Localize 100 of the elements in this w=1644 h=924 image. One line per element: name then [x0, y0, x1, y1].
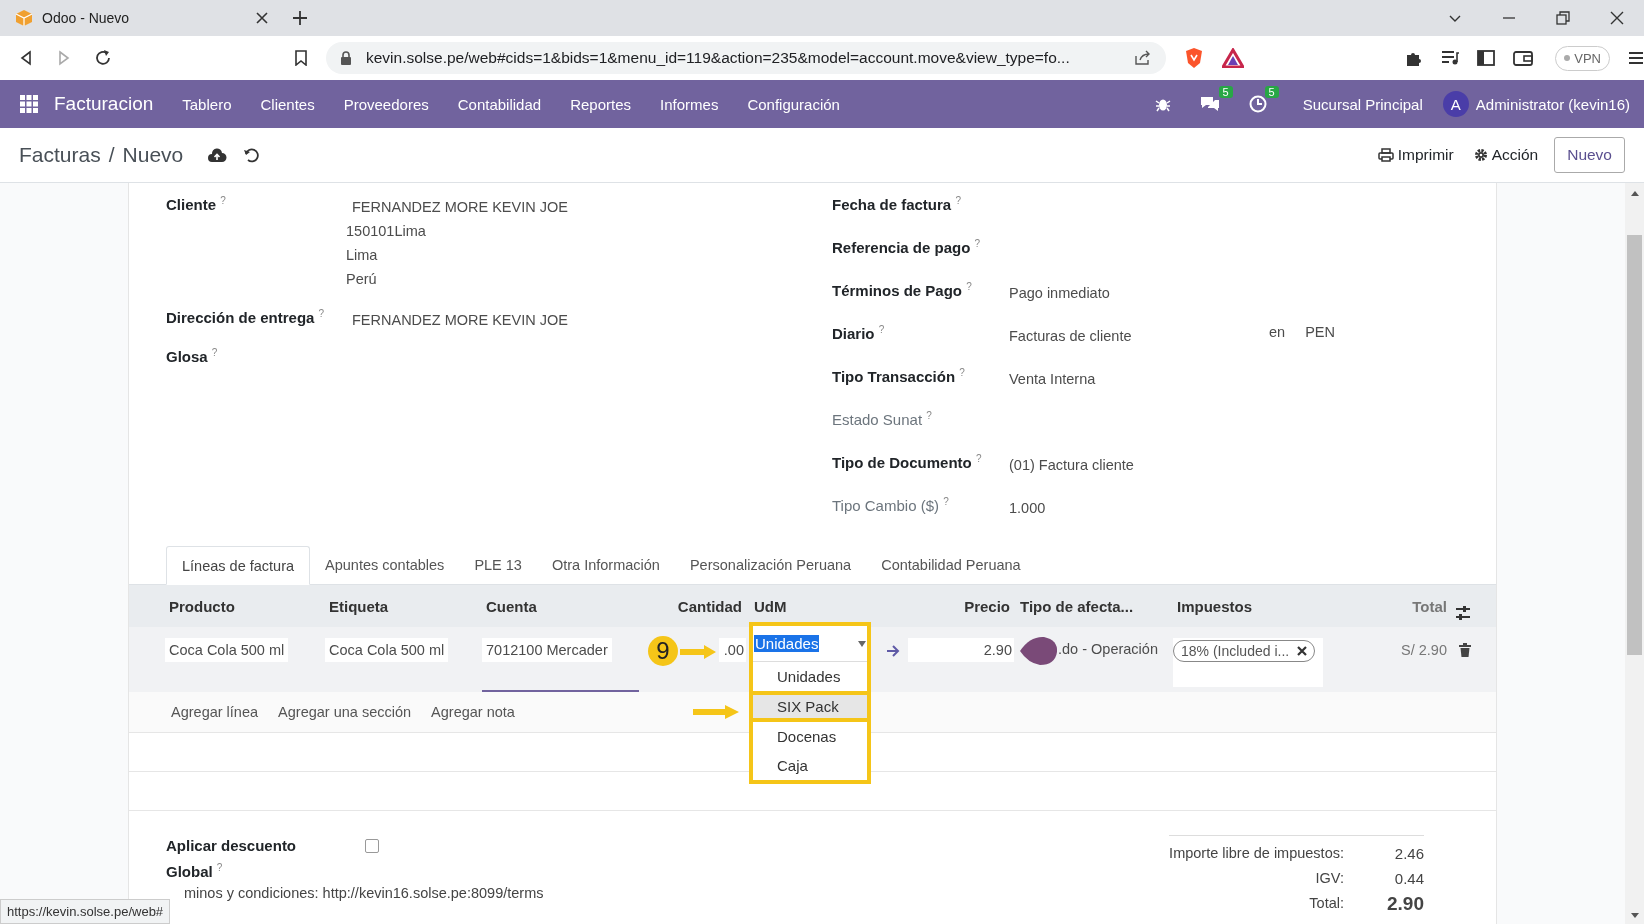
tab-title: Odoo - Nuevo: [42, 10, 131, 26]
dropdown-option[interactable]: Docenas: [753, 722, 867, 751]
menu-item[interactable]: Contabilidad: [457, 95, 542, 113]
scrollbar[interactable]: [1625, 183, 1644, 924]
add-link[interactable]: Agregar nota: [431, 704, 515, 720]
label-field[interactable]: Coca Cola 500 ml: [325, 638, 449, 662]
total-label: Total:: [1308, 894, 1344, 913]
dropdown-option[interactable]: Caja: [753, 751, 867, 780]
remove-icon[interactable]: [1297, 646, 1308, 656]
field-value: Perú: [346, 270, 378, 289]
trash-icon[interactable]: [1459, 643, 1471, 657]
field-label: Tipo Transacción $^{?}$: [832, 367, 966, 385]
plus-icon[interactable]: [292, 10, 308, 26]
product-field[interactable]: Coca Cola 500 ml: [165, 638, 289, 662]
account-field[interactable]: 7012100 Mercader: [482, 638, 612, 662]
dropdown-option[interactable]: SIX Pack: [753, 691, 867, 722]
dropdown-option[interactable]: Unidades: [753, 662, 867, 691]
column-header: Tipo de afecta...: [1019, 597, 1135, 615]
field-label: Términos de Pago $^{?}$: [832, 281, 973, 299]
user-avatar: A: [1442, 91, 1469, 117]
scroll-up-icon: [1630, 191, 1639, 196]
close-icon[interactable]: [1610, 11, 1624, 25]
user-menu[interactable]: Administrator (kevin16): [1475, 95, 1630, 113]
close-icon[interactable]: [256, 12, 268, 24]
field-value: Venta Interna: [1009, 371, 1097, 387]
uom-field[interactable]: Unidades: [753, 626, 867, 662]
column-header: Precio: [963, 597, 1011, 615]
lock-icon: [340, 51, 352, 65]
field-label: Diario $^{?}$: [832, 324, 886, 342]
field-label: Cliente $^{?}$: [166, 195, 227, 215]
back-icon[interactable]: [18, 50, 34, 66]
new-button[interactable]: Nuevo: [1554, 137, 1625, 173]
menu-icon[interactable]: [1628, 50, 1644, 66]
tab[interactable]: PLE 13: [459, 546, 537, 584]
address-bar[interactable]: kevin.solse.pe/web#cids=1&bids=1&menu_id=119&action=235&model=account.move&view_type=fo...: [326, 42, 1166, 74]
field-value: 1.000: [1009, 500, 1047, 516]
printer-icon: [1377, 148, 1394, 162]
field-value: Facturas de cliente: [1009, 328, 1133, 344]
add-link[interactable]: Agregar una sección: [278, 704, 412, 720]
apps-grid-icon[interactable]: [20, 95, 38, 113]
field-value: PEN: [1305, 324, 1335, 340]
quantity-field[interactable]: .00: [719, 638, 746, 662]
sliders-icon[interactable]: [1455, 605, 1471, 621]
arrow-right-icon[interactable]: [887, 645, 901, 657]
menu-item[interactable]: Tablero: [182, 95, 232, 113]
status-dot-icon: [1564, 55, 1571, 61]
column-header: UdM: [753, 597, 788, 615]
field-label: Tipo de Documento $^{?}$: [832, 453, 983, 471]
restore-icon[interactable]: [1556, 11, 1570, 25]
caret-icon[interactable]: [858, 640, 866, 647]
sidebar-icon[interactable]: [1477, 49, 1496, 67]
add-link[interactable]: Agregar línea: [171, 704, 259, 720]
triangle-icon[interactable]: [1222, 48, 1244, 68]
tab[interactable]: Líneas de factura: [166, 546, 311, 585]
cloud-upload-icon[interactable]: [207, 147, 228, 163]
shield-icon[interactable]: [1184, 47, 1204, 69]
playlist-icon[interactable]: [1441, 50, 1460, 66]
column-header: Total: [1411, 597, 1448, 615]
tab[interactable]: Apuntes contables: [310, 546, 460, 584]
tab[interactable]: Contabilidad Peruana: [866, 546, 1036, 584]
terms-text: minos y condiciones: http://kevin16.solse.pe:8099/terms: [184, 885, 544, 901]
tab[interactable]: Otra Información: [536, 546, 675, 584]
undo-icon[interactable]: [243, 147, 260, 163]
field-value: Pago inmediato: [1009, 285, 1111, 301]
breadcrumb-link[interactable]: Facturas: [19, 143, 101, 167]
menu-item[interactable]: Clientes: [260, 95, 315, 113]
field-label: Dirección de entrega $^{?}$: [166, 308, 326, 328]
reload-icon[interactable]: [94, 49, 112, 67]
total-value: 2.90: [1386, 892, 1424, 915]
column-header: Impuestos: [1176, 597, 1253, 615]
field-value: Lima: [346, 246, 379, 265]
action-button[interactable]: Acción: [1469, 140, 1543, 170]
app-name[interactable]: Facturacion: [54, 93, 154, 115]
menu-item[interactable]: Proveedores: [343, 95, 429, 113]
clock-icon[interactable]: [1248, 95, 1267, 113]
url-text: kevin.solse.pe/web#cids=1&bids=1&menu_id=119&action=235&model=account.move&view_type=fo...: [366, 49, 1071, 67]
step-badge: 9: [648, 636, 678, 666]
field-label: Glosa $^{?}$: [166, 347, 219, 365]
bookmark-icon[interactable]: [294, 50, 308, 66]
total-label: Importe libre de impuestos:: [1169, 844, 1344, 863]
column-header: Producto: [168, 597, 236, 615]
chat-icon[interactable]: [1198, 95, 1221, 113]
field-label: Tipo Cambio ($) $^{?}$: [832, 496, 950, 514]
total-value: 2.46: [1393, 845, 1424, 862]
checkbox[interactable]: [365, 839, 379, 853]
company-switcher[interactable]: Sucursal Principal: [1302, 95, 1423, 113]
scroll-down-icon: [1630, 913, 1639, 918]
price-field[interactable]: 2.90: [908, 638, 1014, 662]
menu-item[interactable]: Configuración: [747, 95, 840, 113]
wallet-icon[interactable]: [1513, 49, 1534, 67]
field-value: FERNANDEZ MORE KEVIN JOE: [351, 198, 568, 217]
menu-item[interactable]: Informes: [660, 95, 719, 113]
tab[interactable]: Personalización Peruana: [674, 546, 867, 584]
field-value: FERNANDEZ MORE KEVIN JOE: [351, 311, 568, 330]
total-label: IGV:: [1314, 869, 1344, 888]
menu-item[interactable]: Reportes: [570, 95, 632, 113]
print-button[interactable]: Imprimir: [1373, 140, 1458, 170]
breadcrumb-current: Nuevo: [122, 143, 184, 167]
share-icon[interactable]: [1134, 50, 1152, 66]
redaction-blob: [1020, 636, 1058, 666]
